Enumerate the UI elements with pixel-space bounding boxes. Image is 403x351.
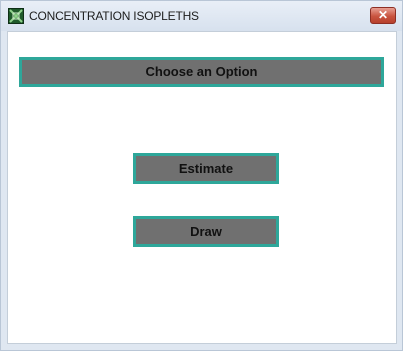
app-icon bbox=[8, 8, 24, 24]
close-button[interactable]: ✕ bbox=[370, 7, 396, 24]
choose-option-header: Choose an Option bbox=[19, 57, 384, 87]
title-bar[interactable]: CONCENTRATION ISOPLETHS ✕ bbox=[1, 1, 402, 31]
close-icon: ✕ bbox=[377, 8, 389, 22]
dialog-content: Choose an Option Estimate Draw bbox=[7, 31, 397, 344]
estimate-button[interactable]: Estimate bbox=[133, 153, 279, 184]
window-title: CONCENTRATION ISOPLETHS bbox=[29, 9, 199, 23]
draw-button[interactable]: Draw bbox=[133, 216, 279, 247]
app-window: CONCENTRATION ISOPLETHS ✕ Choose an Opti… bbox=[0, 0, 403, 351]
